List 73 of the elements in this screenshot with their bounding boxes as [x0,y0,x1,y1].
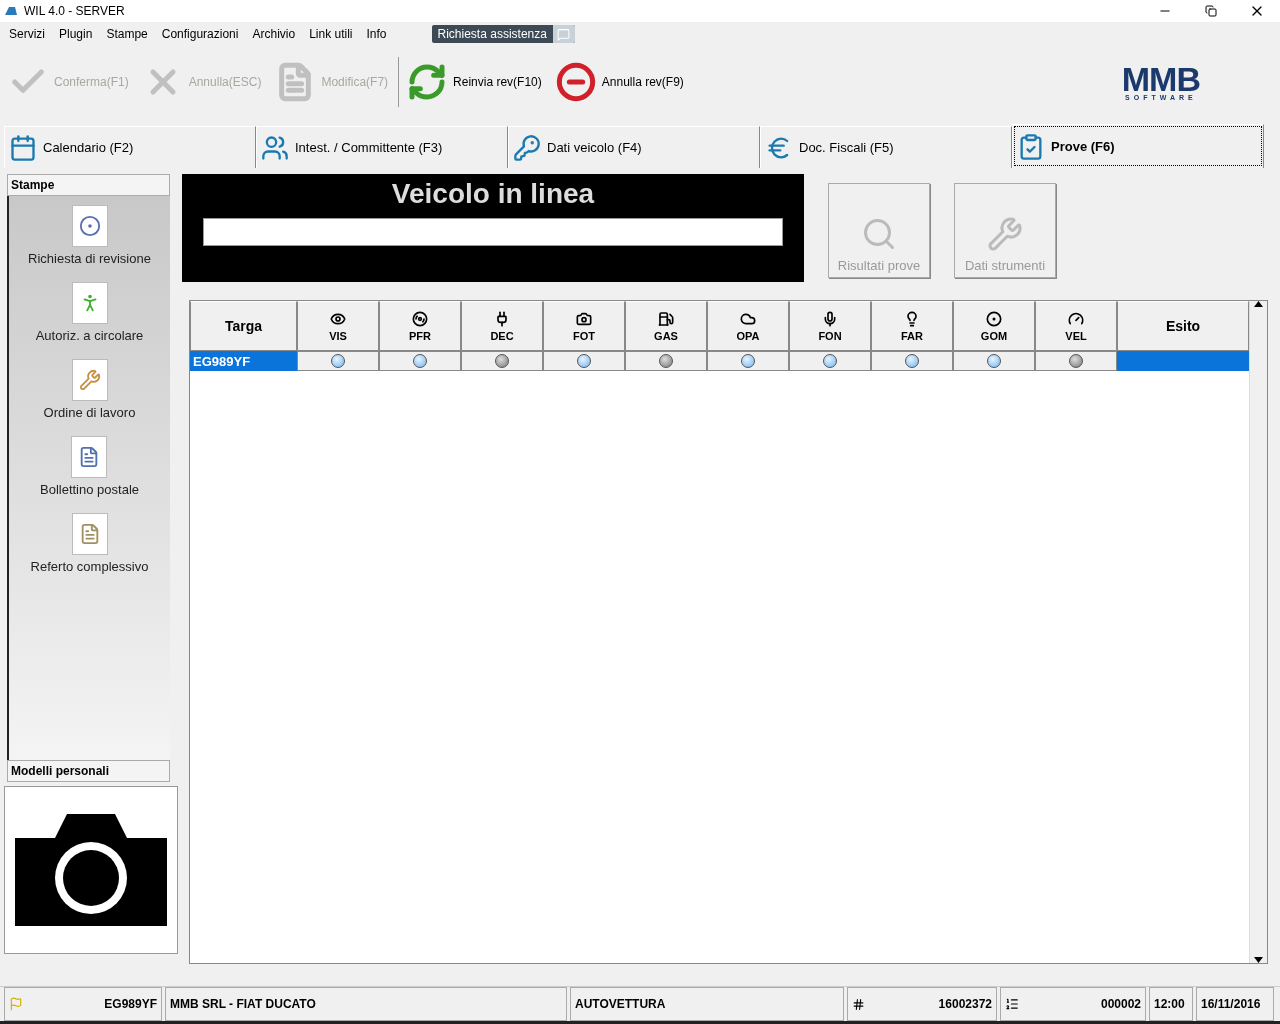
sidebar-item[interactable]: Autoriz. a circolare [29,281,150,344]
column-label: GAS [654,329,678,342]
column-header: Targa [190,301,297,351]
window-title: WIL 4.0 - SERVER [24,4,126,18]
microphone-icon [822,310,838,327]
form-document-icon [71,436,108,478]
flag-icon [9,997,23,1011]
sidebar-item[interactable]: Referto complessivo [24,512,155,575]
gauge-icon [1068,310,1084,327]
status-field: MMB SRL - FIAT DUCATO [165,987,567,1021]
menu-item[interactable]: Stampe [99,27,155,41]
status-text: EG989YF [104,997,157,1011]
app-icon [4,5,18,17]
menu-item[interactable]: Plugin [52,27,100,41]
column-header: Esito [1117,301,1249,351]
column-label: OPA [736,329,760,342]
sidebar-item[interactable]: Ordine di lavoro [37,358,142,421]
tab[interactable]: Intest. / Committente (F3) [256,126,508,168]
scroll-up-icon[interactable] [1254,301,1263,307]
tab[interactable]: Dati veicolo (F4) [508,126,760,168]
plug-icon [494,310,510,327]
key-icon [513,133,541,162]
magnifier-icon [861,216,897,252]
menu-item[interactable]: Link utili [302,27,360,41]
toolbar-button[interactable]: Annulla rev(F9) [555,62,698,102]
column-label: PFR [409,329,431,342]
camera-icon [576,310,592,327]
camera-icon [15,814,167,926]
minus-circle-icon [555,62,596,102]
panel-header: Stampe [7,174,170,196]
sidebar-item[interactable]: Bollettino postale [34,435,145,498]
status-field: AUTOVETTURA [570,987,844,1021]
sidebar-item[interactable]: Richiesta di revisione [22,204,157,267]
fuel-pump-icon [658,310,674,327]
column-label: FAR [901,329,923,342]
status-field: 16/11/2016 [1196,987,1274,1021]
table-cell[interactable]: EG989YF [190,351,297,371]
restore-icon[interactable] [1205,5,1217,17]
menu-item[interactable]: Archivio [245,27,303,41]
tab[interactable]: Prove (F6) [1012,124,1264,168]
tab[interactable]: Doc. Fiscali (F5) [760,126,1012,168]
status-text: 16002372 [938,997,992,1011]
number-icon [852,997,865,1011]
menu-item[interactable]: Configurazioni [154,27,246,41]
menu-item[interactable]: Info [359,27,394,41]
panel-title: Veicolo in linea [391,178,595,210]
scroll-down-icon[interactable] [1254,957,1263,963]
column-label: FOT [573,329,595,342]
calendar-icon [9,133,37,162]
vehicle-input-field[interactable] [203,218,783,246]
status-text: 000002 [1100,997,1141,1011]
toolbar-button[interactable]: Reinvia rev(F10) [407,62,556,102]
tab[interactable]: Calendario (F2) [4,126,256,168]
assistance-button[interactable]: Richiesta assistenza [431,25,575,43]
tools-icon [71,359,108,401]
column-label: VEL [1065,329,1087,342]
column-label: DEC [490,329,514,342]
status-field: 12:00 [1149,987,1193,1021]
column-label: FON [818,329,842,342]
panel-header: Modelli personali [7,760,170,782]
refresh-icon [407,62,448,102]
cloud-icon [740,310,756,327]
wrench-icon [987,216,1023,252]
wheel-icon [986,310,1002,327]
chat-icon [557,27,571,41]
column-label: GOM [980,329,1008,342]
menu-item[interactable]: Servizi [2,27,52,41]
list-icon [1005,997,1019,1011]
lightbulb-icon [904,310,920,327]
scrollbar[interactable] [1249,301,1267,963]
disc-icon [412,310,428,327]
people-icon [261,133,289,162]
column-label: VIS [329,329,347,342]
